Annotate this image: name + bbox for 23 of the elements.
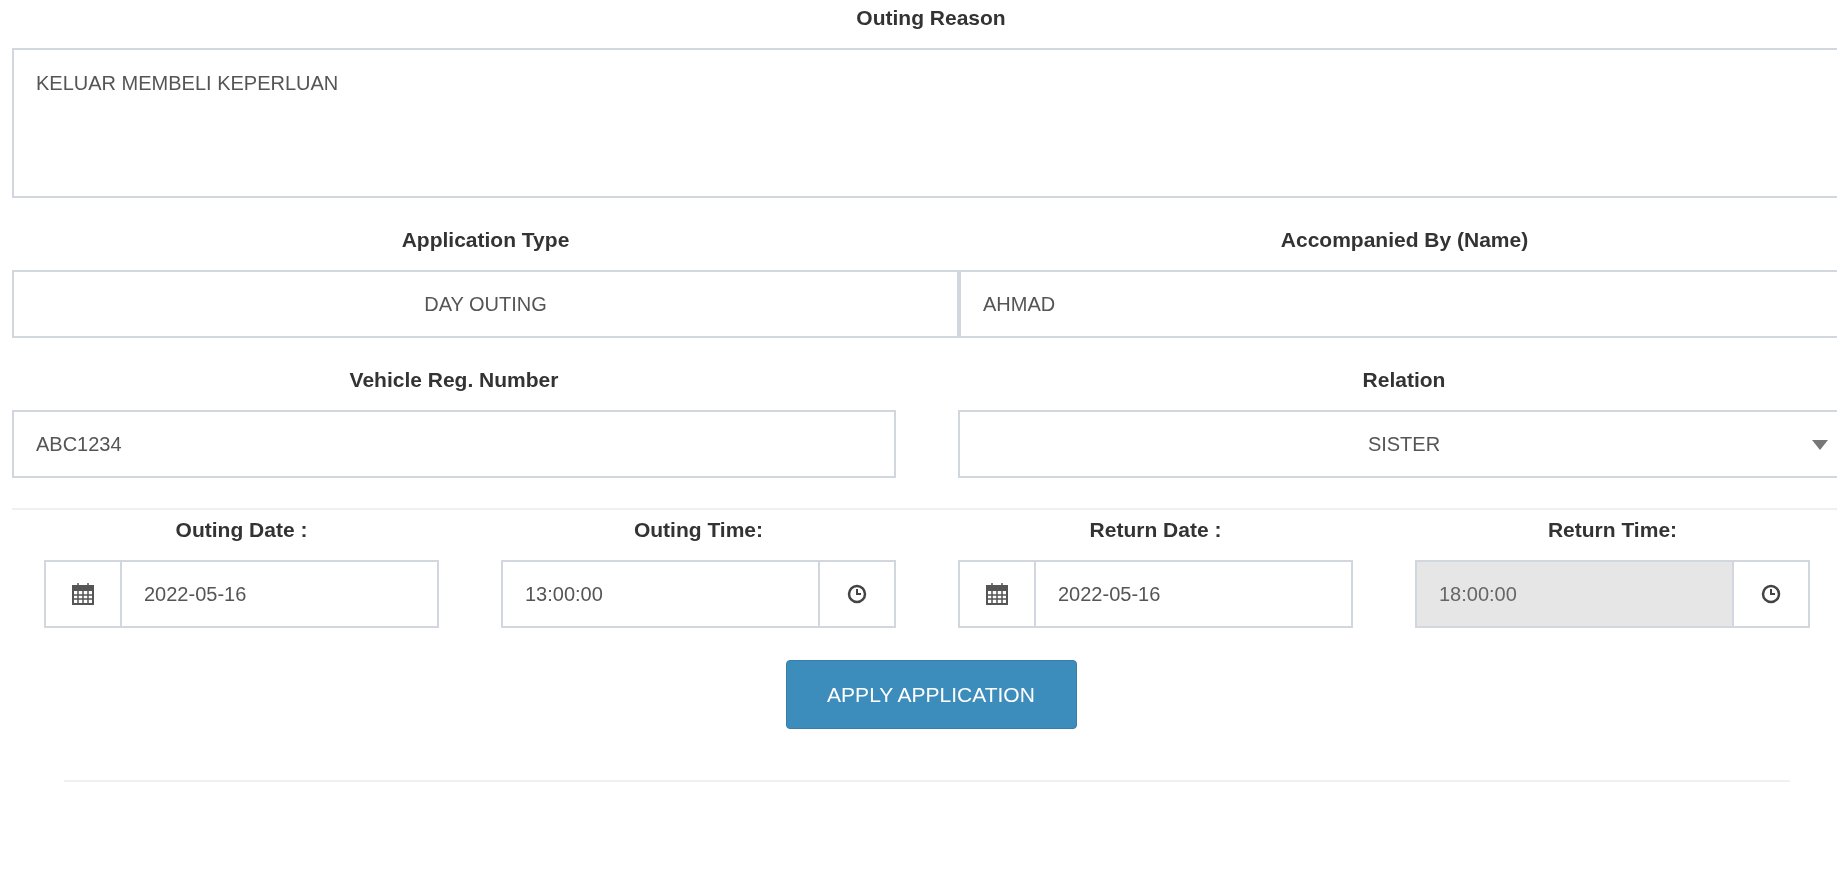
clock-icon	[847, 584, 867, 604]
field-label: Relation	[1361, 367, 1447, 393]
date-input-field[interactable]: 2022-05-16	[120, 560, 439, 628]
field-label: Application Type	[400, 227, 571, 253]
field-label: Outing Date :	[174, 517, 309, 543]
field-label: Return Date :	[1088, 517, 1223, 543]
date-input-field[interactable]: 2022-05-16	[1034, 560, 1353, 628]
time-input-field[interactable]: 13:00:00	[501, 560, 820, 628]
application-type-field[interactable]: DAY OUTING	[12, 270, 959, 338]
apply-button[interactable]: APPLY APPLICATION	[785, 660, 1077, 729]
field-label: Outing Time:	[632, 517, 765, 543]
relation-select[interactable]: SISTER	[958, 410, 1837, 478]
vehicle-input-field[interactable]: ABC1234	[12, 410, 896, 478]
clock-icon	[1761, 584, 1781, 604]
field-label: Return Time:	[1546, 517, 1679, 543]
calendar-icon	[72, 583, 94, 605]
field-label: Accompanied By (Name)	[1279, 227, 1530, 253]
calendar-icon	[986, 583, 1008, 605]
caret-icon	[1812, 440, 1828, 450]
field-label: Outing Reason	[855, 5, 1007, 31]
reason-textarea[interactable]: KELUAR MEMBELI KEPERLUAN	[12, 48, 1837, 198]
field-label: Vehicle Reg. Number	[348, 367, 560, 393]
name-input-field[interactable]: AHMAD	[959, 270, 1837, 338]
